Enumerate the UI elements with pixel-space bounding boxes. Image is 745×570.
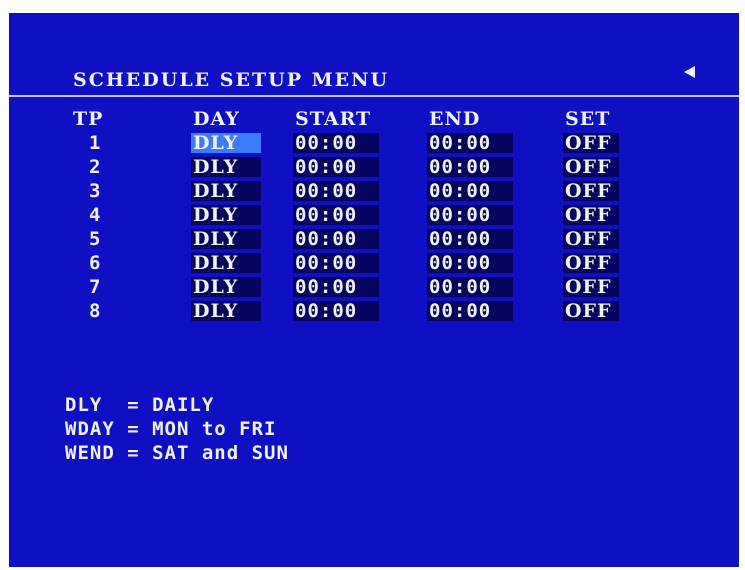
row-tp: 7 [89, 276, 102, 298]
left-arrow-icon[interactable] [681, 64, 697, 80]
start-time-field[interactable]: 00:00 [293, 203, 379, 227]
set-value: OFF [565, 276, 612, 298]
end-value: 00:00 [429, 156, 492, 178]
set-toggle[interactable]: OFF [563, 203, 619, 227]
set-toggle[interactable]: OFF [563, 299, 619, 323]
end-value: 00:00 [429, 252, 492, 274]
set-value: OFF [565, 204, 612, 226]
set-toggle[interactable]: OFF [563, 179, 619, 203]
start-time-field[interactable]: 00:00 [293, 155, 379, 179]
row-tp: 6 [89, 252, 102, 274]
row-tp: 4 [89, 204, 102, 226]
header-start: START [295, 108, 372, 130]
row-tp: 3 [89, 180, 102, 202]
start-time-field[interactable]: 00:00 [293, 275, 379, 299]
day-value: DLY [193, 228, 239, 250]
title-divider [9, 95, 739, 97]
day-value: DLY [193, 204, 239, 226]
day-field[interactable]: DLY [191, 131, 261, 155]
header-tp: TP [73, 108, 104, 130]
set-value: OFF [565, 300, 612, 322]
start-value: 00:00 [295, 132, 358, 154]
day-field[interactable]: DLY [191, 203, 261, 227]
end-value: 00:00 [429, 300, 492, 322]
osd-screen: SCHEDULE SETUP MENU TP DAY START END SET… [9, 13, 739, 567]
set-toggle[interactable]: OFF [563, 275, 619, 299]
day-value: DLY [193, 300, 239, 322]
day-field[interactable]: DLY [191, 155, 261, 179]
set-toggle[interactable]: OFF [563, 227, 619, 251]
end-time-field[interactable]: 00:00 [427, 299, 513, 323]
end-time-field[interactable]: 00:00 [427, 203, 513, 227]
day-field[interactable]: DLY [191, 275, 261, 299]
header-end: END [429, 108, 481, 130]
end-value: 00:00 [429, 204, 492, 226]
row-tp: 5 [89, 228, 102, 250]
end-value: 00:00 [429, 180, 492, 202]
legend-line: WDAY = MON to FRI [65, 418, 277, 440]
day-field[interactable]: DLY [191, 251, 261, 275]
header-set: SET [565, 108, 611, 130]
start-value: 00:00 [295, 228, 358, 250]
end-value: 00:00 [429, 228, 492, 250]
day-value: DLY [193, 180, 239, 202]
row-tp: 2 [89, 156, 102, 178]
start-time-field[interactable]: 00:00 [293, 179, 379, 203]
end-time-field[interactable]: 00:00 [427, 179, 513, 203]
end-time-field[interactable]: 00:00 [427, 275, 513, 299]
set-value: OFF [565, 252, 612, 274]
row-tp: 1 [89, 132, 102, 154]
set-toggle[interactable]: OFF [563, 251, 619, 275]
end-value: 00:00 [429, 132, 492, 154]
legend-line: WEND = SAT and SUN [65, 442, 289, 464]
end-time-field[interactable]: 00:00 [427, 131, 513, 155]
day-field[interactable]: DLY [191, 179, 261, 203]
start-time-field[interactable]: 00:00 [293, 131, 379, 155]
header-day: DAY [193, 108, 240, 130]
menu-title: SCHEDULE SETUP MENU [73, 69, 390, 91]
end-time-field[interactable]: 00:00 [427, 155, 513, 179]
start-time-field[interactable]: 00:00 [293, 299, 379, 323]
legend-line: DLY = DAILY [65, 394, 215, 416]
day-value: DLY [193, 276, 239, 298]
row-tp: 8 [89, 300, 102, 322]
start-value: 00:00 [295, 276, 358, 298]
start-value: 00:00 [295, 300, 358, 322]
day-value: DLY [193, 252, 239, 274]
day-value: DLY [193, 132, 239, 154]
set-toggle[interactable]: OFF [563, 131, 619, 155]
end-time-field[interactable]: 00:00 [427, 227, 513, 251]
start-time-field[interactable]: 00:00 [293, 251, 379, 275]
end-time-field[interactable]: 00:00 [427, 251, 513, 275]
set-value: OFF [565, 132, 612, 154]
start-value: 00:00 [295, 180, 358, 202]
start-time-field[interactable]: 00:00 [293, 227, 379, 251]
start-value: 00:00 [295, 252, 358, 274]
day-field[interactable]: DLY [191, 299, 261, 323]
day-field[interactable]: DLY [191, 227, 261, 251]
set-toggle[interactable]: OFF [563, 155, 619, 179]
set-value: OFF [565, 180, 612, 202]
start-value: 00:00 [295, 204, 358, 226]
end-value: 00:00 [429, 276, 492, 298]
day-value: DLY [193, 156, 239, 178]
start-value: 00:00 [295, 156, 358, 178]
set-value: OFF [565, 228, 612, 250]
set-value: OFF [565, 156, 612, 178]
